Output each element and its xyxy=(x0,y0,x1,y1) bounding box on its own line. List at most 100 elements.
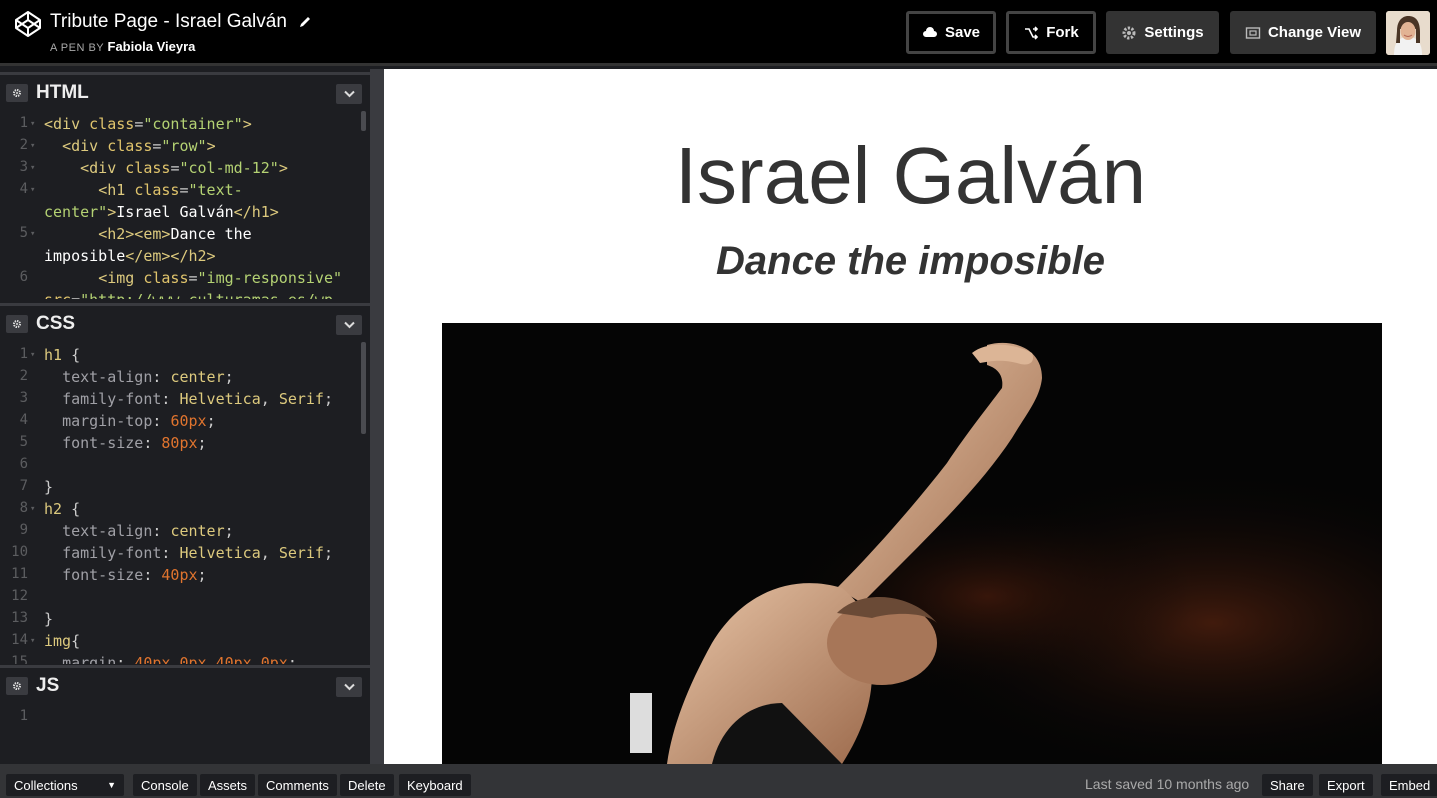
avatar[interactable] xyxy=(1386,11,1430,55)
code-line: family-font: Helvetica, Serif; xyxy=(62,544,333,562)
page-heading: Israel Galván xyxy=(674,131,1147,220)
pen-author-line: A PEN BY Fabiola Vieyra xyxy=(50,39,195,54)
js-code-editor[interactable]: 1 xyxy=(0,704,370,764)
code-line: font-size: 80px; xyxy=(62,434,207,452)
keyboard-button[interactable]: Keyboard xyxy=(399,774,471,796)
line-number: 5 xyxy=(19,434,28,450)
chevron-down-icon xyxy=(343,683,355,691)
css-collapse-button[interactable] xyxy=(336,315,362,335)
fork-label: Fork xyxy=(1046,24,1079,41)
line-number: 6 xyxy=(19,269,28,285)
line-number: 10 xyxy=(11,544,28,560)
settings-button[interactable]: Settings xyxy=(1106,11,1219,54)
html-scrollbar[interactable] xyxy=(361,111,366,131)
html-settings-button[interactable] xyxy=(6,84,28,102)
code-line: h2 { xyxy=(44,500,81,518)
fold-marker[interactable]: ▾ xyxy=(30,636,35,646)
comments-button[interactable]: Comments xyxy=(258,774,337,796)
css-settings-button[interactable] xyxy=(6,315,28,333)
css-scrollbar[interactable] xyxy=(361,342,366,434)
code-line: margin: 40px 0px 40px 0px; xyxy=(62,654,297,664)
chevron-down-icon xyxy=(343,321,355,329)
js-settings-button[interactable] xyxy=(6,677,28,695)
fold-marker[interactable]: ▾ xyxy=(30,185,35,195)
embed-button[interactable]: Embed xyxy=(1381,774,1437,796)
save-label: Save xyxy=(944,24,981,41)
code-line: center">Israel Galván</h1> xyxy=(44,203,279,221)
css-pane-title: CSS xyxy=(36,313,76,334)
css-code-editor[interactable]: 1 2 3 4 5 6 7 8 9 10 11 12 13 14 15 ▾ ▾ … xyxy=(0,342,370,664)
code-line: <img class="img-responsive" xyxy=(98,269,343,287)
line-number: 2 xyxy=(19,368,28,384)
fork-button[interactable]: Fork xyxy=(1006,11,1096,54)
gear-icon xyxy=(13,89,21,97)
share-button[interactable]: Share xyxy=(1262,774,1313,796)
layout-icon xyxy=(1245,26,1261,39)
pen-title-text: Tribute Page - Israel Galván xyxy=(50,11,287,32)
pen-title[interactable]: Tribute Page - Israel Galván xyxy=(50,11,312,33)
line-number: 1 xyxy=(19,346,28,362)
caret-down-icon: ▼ xyxy=(107,780,116,790)
line-number: 11 xyxy=(11,566,28,582)
line-number: 3 xyxy=(19,159,28,175)
console-button[interactable]: Console xyxy=(133,774,197,796)
footer-bar: Collections ▼ Console Assets Comments De… xyxy=(0,764,1437,798)
change-view-label: Change View xyxy=(1267,24,1362,41)
pencil-icon[interactable] xyxy=(298,15,312,29)
fold-marker[interactable]: ▾ xyxy=(30,119,35,129)
code-line: margin-top: 60px; xyxy=(62,412,216,430)
line-number: 15 xyxy=(11,654,28,664)
code-line: font-size: 40px; xyxy=(62,566,207,584)
last-saved-status: Last saved 10 months ago xyxy=(1085,776,1250,792)
css-pane-header[interactable]: CSS xyxy=(0,303,370,339)
fold-marker[interactable]: ▾ xyxy=(30,504,35,514)
code-line: img{ xyxy=(44,632,81,650)
gear-icon xyxy=(13,682,21,690)
code-line: <div class="container"> xyxy=(44,115,252,133)
fold-marker[interactable]: ▾ xyxy=(30,163,35,173)
export-button[interactable]: Export xyxy=(1319,774,1373,796)
code-line: } xyxy=(44,478,54,496)
settings-label: Settings xyxy=(1144,24,1204,41)
code-line: <div class="col-md-12"> xyxy=(80,159,288,177)
gear-icon xyxy=(1122,26,1136,39)
header: Tribute Page - Israel Galván A PEN BY Fa… xyxy=(0,0,1437,66)
dancer-photo xyxy=(442,323,1382,764)
code-line: text-align: center; xyxy=(62,522,234,540)
collections-dropdown[interactable]: Collections ▼ xyxy=(6,774,124,796)
html-code-editor[interactable]: 1 2 3 4 5 6 ▾ ▾ ▾ ▾ ▾ <div class="contai… xyxy=(0,111,370,299)
line-number: 4 xyxy=(19,181,28,197)
line-number: 6 xyxy=(19,456,28,472)
html-pane-header[interactable]: HTML xyxy=(0,72,370,108)
fold-marker[interactable]: ▾ xyxy=(30,141,35,151)
html-pane-title: HTML xyxy=(36,82,89,103)
code-line: family-font: Helvetica, Serif; xyxy=(62,390,333,408)
fold-marker[interactable]: ▾ xyxy=(30,229,35,239)
line-number: 9 xyxy=(19,522,28,538)
line-number: 14 xyxy=(11,632,28,648)
html-collapse-button[interactable] xyxy=(336,84,362,104)
line-number: 1 xyxy=(19,708,28,724)
save-button[interactable]: Save xyxy=(906,11,996,54)
author-link[interactable]: Fabiola Vieyra xyxy=(108,39,196,54)
line-number: 2 xyxy=(19,137,28,153)
preview-pane[interactable]: Israel Galván Dance the imposible xyxy=(384,69,1437,764)
delete-button[interactable]: Delete xyxy=(340,774,394,796)
line-number: 12 xyxy=(11,588,28,604)
assets-button[interactable]: Assets xyxy=(200,774,256,796)
collections-label: Collections xyxy=(14,777,78,793)
code-line: <h2><em>Dance the xyxy=(98,225,252,243)
dancer-image xyxy=(442,323,1382,764)
js-collapse-button[interactable] xyxy=(336,677,362,697)
gear-icon xyxy=(13,320,21,328)
fold-marker[interactable]: ▾ xyxy=(30,350,35,360)
code-line: h1 { xyxy=(44,346,81,364)
editor-column: HTML 1 2 3 4 5 6 ▾ ▾ ▾ ▾ ▾ <div class="c… xyxy=(0,69,384,764)
by-label: A PEN BY xyxy=(50,42,104,54)
code-line: <div class="row"> xyxy=(62,137,216,155)
codepen-logo-icon[interactable] xyxy=(14,10,42,38)
change-view-button[interactable]: Change View xyxy=(1230,11,1376,54)
line-number: 8 xyxy=(19,500,28,516)
js-pane-header[interactable]: JS xyxy=(0,665,370,701)
line-number: 5 xyxy=(19,225,28,241)
